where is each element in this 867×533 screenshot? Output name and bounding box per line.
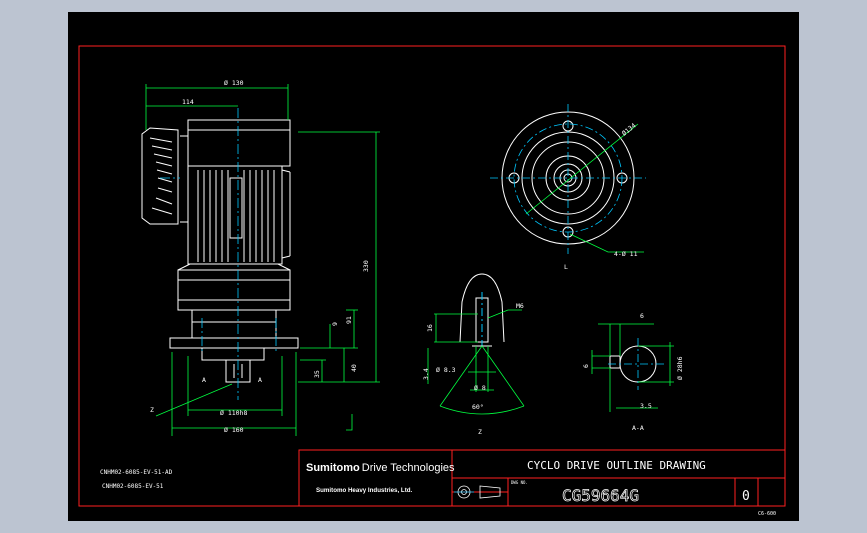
dim-114: 114 <box>182 98 194 106</box>
section-a-a <box>609 345 657 383</box>
mounting-flange <box>169 337 299 349</box>
motor-dimensions <box>145 84 380 436</box>
dim-phi8: Ø 8 <box>474 384 486 392</box>
drawing-canvas: Ø 130 114 330 91 9 40 35 Ø 110h8 Ø 160 Z… <box>78 45 786 517</box>
view-label-z: Z <box>478 428 482 436</box>
model-code-line-1: CNHM02-6085-EV-51-AD <box>100 469 173 476</box>
company-logo: Sumitomo Drive Technologies <box>306 462 455 474</box>
dim-3-4: 3.4 <box>422 368 430 380</box>
dim-6-left: 6 <box>582 364 590 368</box>
revision-number: 0 <box>742 489 750 504</box>
dim-9: 9 <box>331 322 339 326</box>
drawing-title: CYCLO DRIVE OUTLINE DRAWING <box>527 459 706 472</box>
view-direction-mark: L <box>564 263 568 271</box>
motor-centerlines <box>160 108 277 400</box>
dim-16: 16 <box>426 324 434 332</box>
sheet-code: C6-600 <box>758 511 776 517</box>
dim-330: 330 <box>362 260 370 272</box>
company-name-bold: Sumitomo <box>306 462 360 474</box>
detail-z-shaft-end <box>459 273 505 347</box>
section-mark-a-right: A <box>258 376 262 384</box>
dim-3-5: 3.5 <box>640 402 652 410</box>
dim-phi8-3: Ø 8.3 <box>436 366 456 374</box>
dim-phi134: Ø134 <box>620 122 637 138</box>
drawing-frame <box>78 45 786 507</box>
dim-40: 40 <box>350 364 358 372</box>
dim-m6: M6 <box>516 302 524 310</box>
terminal-box <box>141 127 179 225</box>
section-mark-a-left: A <box>202 376 206 384</box>
drawing-number: CG59664G <box>562 486 639 505</box>
reducer-housing <box>177 269 291 311</box>
dim-6-top: 6 <box>640 312 644 320</box>
dim-phi160: Ø 160 <box>224 426 244 434</box>
company-name-rest: Drive Technologies <box>362 462 455 474</box>
model-code-line-2: CNHM02-6085-EV-51 <box>102 483 164 490</box>
dwg-no-label: DWG NO. <box>511 480 528 485</box>
motor-fan-cover <box>187 119 291 167</box>
dim-60-deg: 60° <box>472 403 484 411</box>
cad-viewport[interactable]: Ø 130 114 330 91 9 40 35 Ø 110h8 Ø 160 Z… <box>68 12 799 521</box>
keyway <box>609 355 621 369</box>
section-label-aa: A-A <box>632 424 644 432</box>
dim-35: 35 <box>313 370 321 378</box>
dim-91: 91 <box>345 316 353 324</box>
dim-holes: 4-Ø 11 <box>614 250 638 258</box>
callout-z: Z <box>150 406 154 414</box>
motor-side-view <box>141 119 299 383</box>
dim-phi110h8: Ø 110h8 <box>220 409 247 417</box>
dim-phi28h6: Ø 28h6 <box>676 356 684 380</box>
parent-company: Sumitomo Heavy Industries, Ltd. <box>316 487 413 494</box>
dim-phi130: Ø 130 <box>224 79 244 87</box>
